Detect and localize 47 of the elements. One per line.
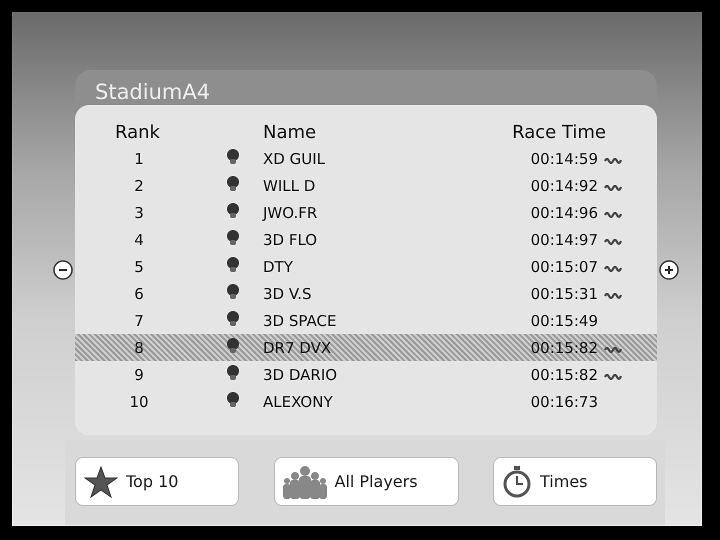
player-name: 3D V.S bbox=[263, 284, 312, 302]
rank-text: 7 bbox=[134, 312, 144, 330]
rank-text: 3 bbox=[134, 204, 144, 222]
player-name: 3D DARIO bbox=[263, 366, 338, 384]
menu-button[interactable]: Times bbox=[493, 457, 657, 506]
leaderboard-row[interactable]: 10 ALEXONY 00:16:73 bbox=[75, 388, 657, 415]
player-name: WILL D bbox=[263, 176, 316, 194]
player-name: DTY bbox=[263, 258, 293, 276]
leaderboard-row[interactable]: 3 JWO.FR 00:14:96 bbox=[75, 199, 657, 226]
player-name: 3D FLO bbox=[263, 230, 318, 248]
rank-text: 2 bbox=[134, 176, 144, 194]
rank-text: 6 bbox=[134, 284, 144, 302]
rank-text: 10 bbox=[129, 392, 149, 410]
leaderboard-row[interactable]: 4 3D FLO 00:14:97 bbox=[75, 226, 657, 253]
rank-text: 8 bbox=[134, 338, 144, 356]
race-time: 00:15:07 bbox=[530, 258, 598, 276]
leaderboard-row[interactable]: 1 XD GUIL 00:14:59 bbox=[75, 145, 657, 172]
race-time: 00:15:82 bbox=[530, 366, 598, 384]
race-time: 00:14:92 bbox=[530, 176, 598, 194]
race-time: 00:16:73 bbox=[530, 392, 598, 410]
column-header: Race Time bbox=[512, 122, 606, 142]
race-time: 00:14:59 bbox=[530, 150, 598, 168]
player-name: ALEXONY bbox=[263, 392, 333, 410]
race-time: 00:15:82 bbox=[530, 338, 598, 356]
menu-button[interactable]: Top 10 bbox=[75, 457, 239, 506]
player-name: 3D SPACE bbox=[263, 312, 336, 330]
leaderboard-row[interactable]: 6 3D V.S 00:15:31 bbox=[75, 280, 657, 307]
rank-text: 9 bbox=[134, 366, 144, 384]
leaderboard-row[interactable]: 5 DTY 00:15:07 bbox=[75, 253, 657, 280]
menu-button[interactable]: All Players bbox=[274, 457, 458, 506]
player-name: JWO.FR bbox=[263, 204, 318, 222]
column-header: Name bbox=[263, 122, 316, 142]
rank-text: 5 bbox=[134, 258, 144, 276]
leaderboard-row[interactable]: 9 3D DARIO 00:15:82 bbox=[75, 361, 657, 388]
leaderboard-row[interactable]: 2 WILL D 00:14:92 bbox=[75, 172, 657, 199]
rank-text: 4 bbox=[134, 230, 144, 248]
race-time: 00:14:97 bbox=[530, 230, 598, 248]
race-time: 00:15:31 bbox=[530, 284, 598, 302]
leaderboard-row[interactable]: 7 3D SPACE 00:15:49 bbox=[75, 307, 657, 334]
leaderboard-row[interactable]: 8 DR7 DVX 00:15:82 bbox=[75, 334, 657, 361]
rank-text: 1 bbox=[134, 150, 144, 168]
panel-title: StadiumA4 bbox=[94, 79, 212, 105]
player-name: XD GUIL bbox=[263, 150, 325, 168]
player-name: DR7 DVX bbox=[263, 338, 332, 356]
race-time: 00:14:96 bbox=[530, 204, 598, 222]
column-header: Rank bbox=[115, 122, 160, 142]
race-time: 00:15:49 bbox=[530, 312, 598, 330]
